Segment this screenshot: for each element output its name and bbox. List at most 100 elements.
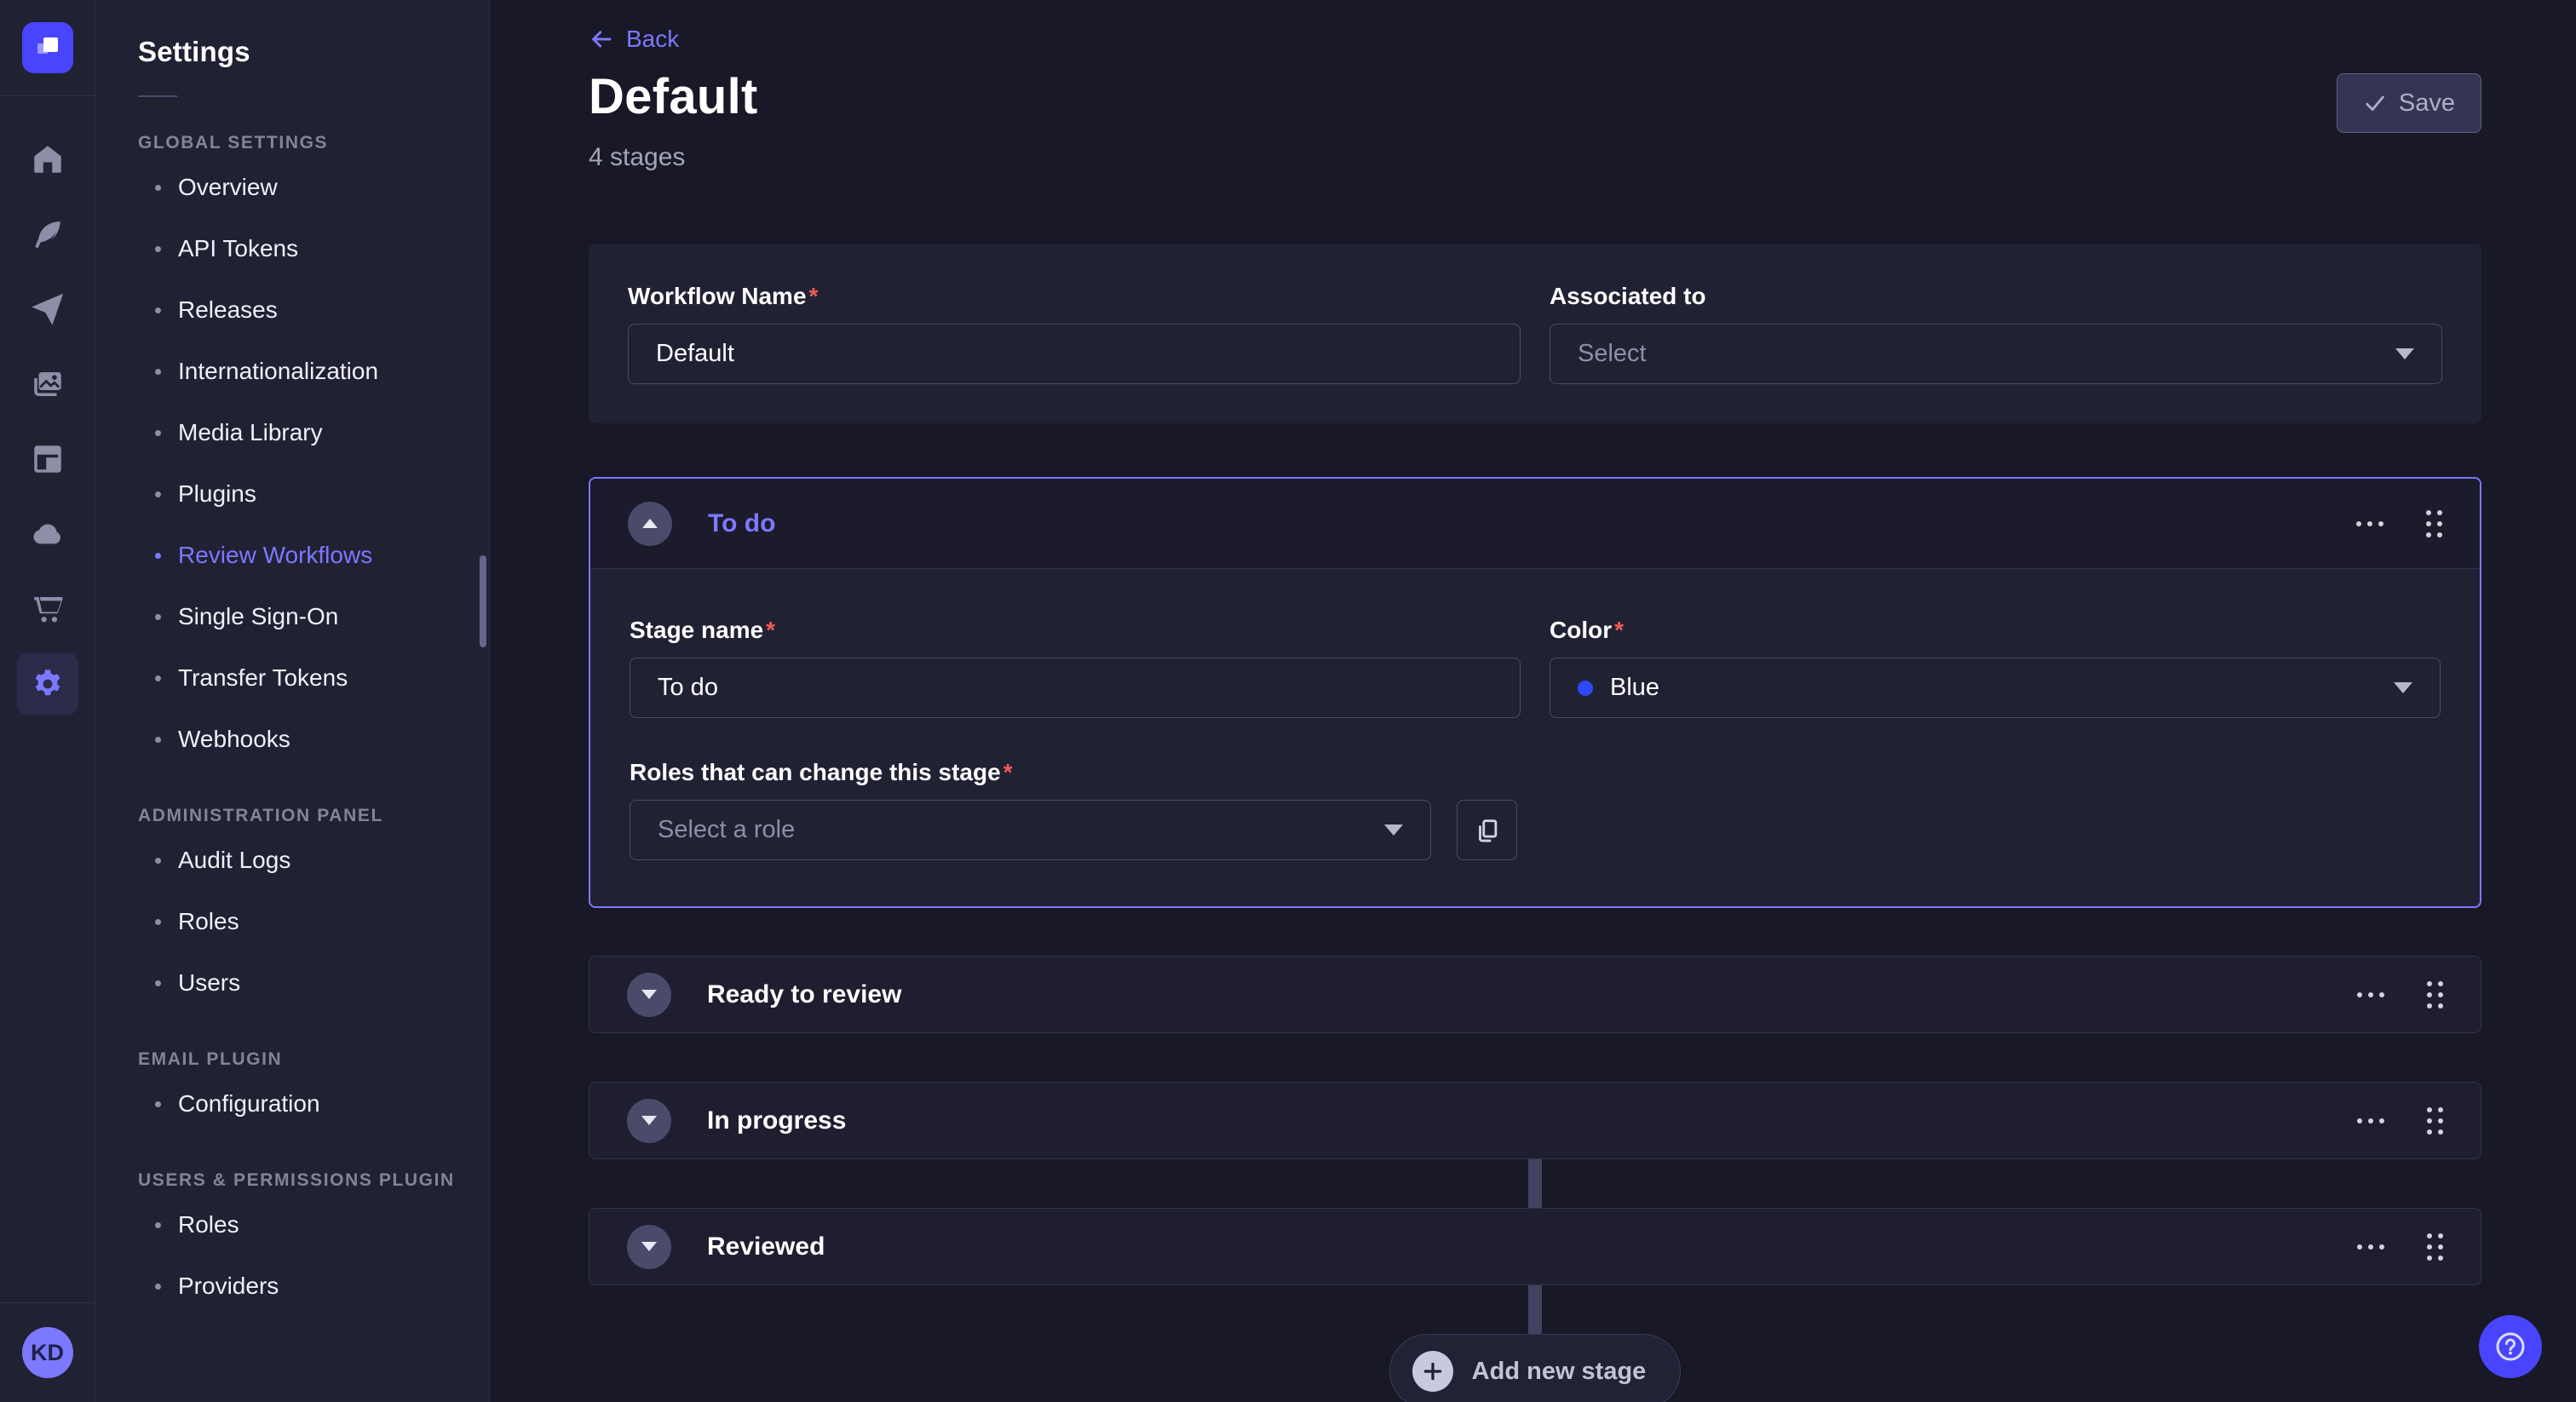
stage-name-input[interactable] [630, 658, 1521, 718]
workflow-form-card: Workflow Name* Associated to Select [589, 244, 2481, 423]
stages-list: To do Stage name* [589, 477, 2481, 1402]
bullet-icon [155, 1101, 161, 1107]
workflow-name-input[interactable] [628, 324, 1521, 384]
settings-nav-button[interactable] [17, 653, 78, 715]
bullet-icon [155, 307, 161, 313]
bullet-icon [155, 675, 161, 681]
bullet-icon [155, 737, 161, 743]
sidebar-item-plugins[interactable]: Plugins [138, 463, 489, 525]
content-manager-nav-button[interactable] [17, 204, 78, 265]
sidebar-item-media-library[interactable]: Media Library [138, 402, 489, 463]
stage-more-button[interactable] [2350, 1238, 2391, 1256]
sidebar-item-admin-roles[interactable]: Roles [138, 891, 489, 952]
sidebar-item-admin-users[interactable]: Users [138, 952, 489, 1014]
expand-stage-button[interactable] [627, 1225, 671, 1269]
check-icon [2363, 91, 2387, 115]
sidebar-item-internationalization[interactable]: Internationalization [138, 341, 489, 402]
required-asterisk: * [809, 283, 819, 309]
required-asterisk: * [1614, 617, 1624, 643]
expand-stage-button[interactable] [627, 973, 671, 1017]
stage-drag-handle[interactable] [2420, 974, 2450, 1015]
roles-select[interactable]: Select a role [630, 800, 1431, 860]
sidebar-item-up-roles[interactable]: Roles [138, 1194, 489, 1255]
sidebar-scrollbar[interactable] [480, 555, 486, 647]
stage-more-button[interactable] [2350, 985, 2391, 1004]
more-horizontal-icon [2356, 521, 2383, 526]
chevron-down-icon [641, 1242, 657, 1251]
stage-accordion-header[interactable]: To do [590, 479, 2480, 569]
rail-divider [0, 95, 95, 96]
associated-to-field: Associated to Select [1550, 283, 2442, 384]
stage-drag-handle[interactable] [2420, 1227, 2450, 1267]
sidebar-item-webhooks[interactable]: Webhooks [138, 709, 489, 770]
back-button[interactable]: Back [589, 26, 679, 53]
stage-editor-body: Stage name* Color* Blue [590, 569, 2480, 906]
page-title: Default [589, 68, 758, 125]
rail-icon-list [17, 122, 78, 1302]
strapi-logo-icon [32, 32, 63, 63]
stage-name-field: Stage name* [630, 617, 1521, 718]
associated-to-label: Associated to [1550, 283, 1706, 309]
content-type-builder-nav-button[interactable] [17, 428, 78, 490]
add-new-stage-label: Add new stage [1472, 1358, 1647, 1386]
stage-color-field: Color* Blue [1550, 617, 2441, 718]
paper-plane-icon [30, 291, 66, 327]
sidebar-item-audit-logs[interactable]: Audit Logs [138, 830, 489, 891]
stage-title: To do [708, 509, 775, 538]
strapi-logo[interactable] [22, 22, 73, 73]
stage-drag-handle[interactable] [2419, 503, 2449, 544]
add-new-stage-button[interactable]: Add new stage [1389, 1334, 1682, 1402]
stage-drag-handle[interactable] [2420, 1100, 2450, 1141]
sidebar-item-transfer-tokens[interactable]: Transfer Tokens [138, 647, 489, 709]
sidebar-item-review-workflows[interactable]: Review Workflows [138, 525, 489, 586]
stage-card-ready-to-review[interactable]: Ready to review [589, 956, 2481, 1033]
drag-handle-icon [2426, 510, 2442, 537]
bullet-icon [155, 858, 161, 864]
marketplace-nav-button[interactable] [17, 578, 78, 640]
stage-name-label: Stage name [630, 617, 763, 643]
save-button[interactable]: Save [2337, 73, 2481, 133]
user-avatar[interactable]: KD [22, 1327, 73, 1378]
more-horizontal-icon [2357, 1244, 2384, 1250]
associated-to-select[interactable]: Select [1550, 324, 2442, 384]
sidebar-item-overview[interactable]: Overview [138, 157, 489, 218]
roles-placeholder: Select a role [658, 816, 795, 844]
sidebar-item-up-providers[interactable]: Providers [138, 1255, 489, 1317]
stage-roles-field: Roles that can change this stage* Select… [630, 759, 1431, 860]
roles-label: Roles that can change this stage [630, 759, 1001, 785]
chevron-down-icon [1384, 825, 1403, 836]
gear-icon [30, 666, 66, 702]
bullet-icon [155, 491, 161, 497]
layout-icon [30, 441, 66, 477]
app-window: KD Settings GLOBAL SETTINGS Overview API… [0, 0, 2576, 1402]
expand-stage-button[interactable] [627, 1099, 671, 1143]
bullet-icon [155, 1222, 161, 1228]
associated-to-placeholder: Select [1578, 340, 1647, 368]
sidebar-item-releases[interactable]: Releases [138, 279, 489, 341]
sidebar-item-email-configuration[interactable]: Configuration [138, 1073, 489, 1135]
media-library-nav-button[interactable] [17, 353, 78, 415]
section-email-plugin: EMAIL PLUGIN [138, 1049, 489, 1070]
collapse-stage-button[interactable] [628, 502, 672, 546]
home-nav-button[interactable] [17, 129, 78, 190]
bullet-icon [155, 553, 161, 559]
sidebar-item-single-sign-on[interactable]: Single Sign-On [138, 586, 489, 647]
stage-card-reviewed[interactable]: Reviewed [589, 1208, 2481, 1285]
settings-sidebar: Settings GLOBAL SETTINGS Overview API To… [95, 0, 490, 1402]
color-select[interactable]: Blue [1550, 658, 2441, 718]
sidebar-item-api-tokens[interactable]: API Tokens [138, 218, 489, 279]
help-button[interactable] [2479, 1315, 2542, 1378]
stage-more-button[interactable] [2350, 1112, 2391, 1130]
duplicate-stage-button[interactable] [1457, 800, 1517, 860]
stage-card-in-progress[interactable]: In progress [589, 1082, 2481, 1159]
drag-handle-icon [2427, 981, 2443, 1008]
section-global-settings: GLOBAL SETTINGS [138, 133, 489, 153]
releases-nav-button[interactable] [17, 279, 78, 340]
stage-more-button[interactable] [2349, 514, 2390, 533]
bullet-icon [155, 246, 161, 252]
cloud-icon [30, 516, 66, 552]
cloud-nav-button[interactable] [17, 503, 78, 565]
main-content: Back Default Save 4 stages Workflow Name… [490, 0, 2576, 1402]
color-value: Blue [1610, 674, 1659, 702]
required-asterisk: * [1003, 759, 1013, 785]
